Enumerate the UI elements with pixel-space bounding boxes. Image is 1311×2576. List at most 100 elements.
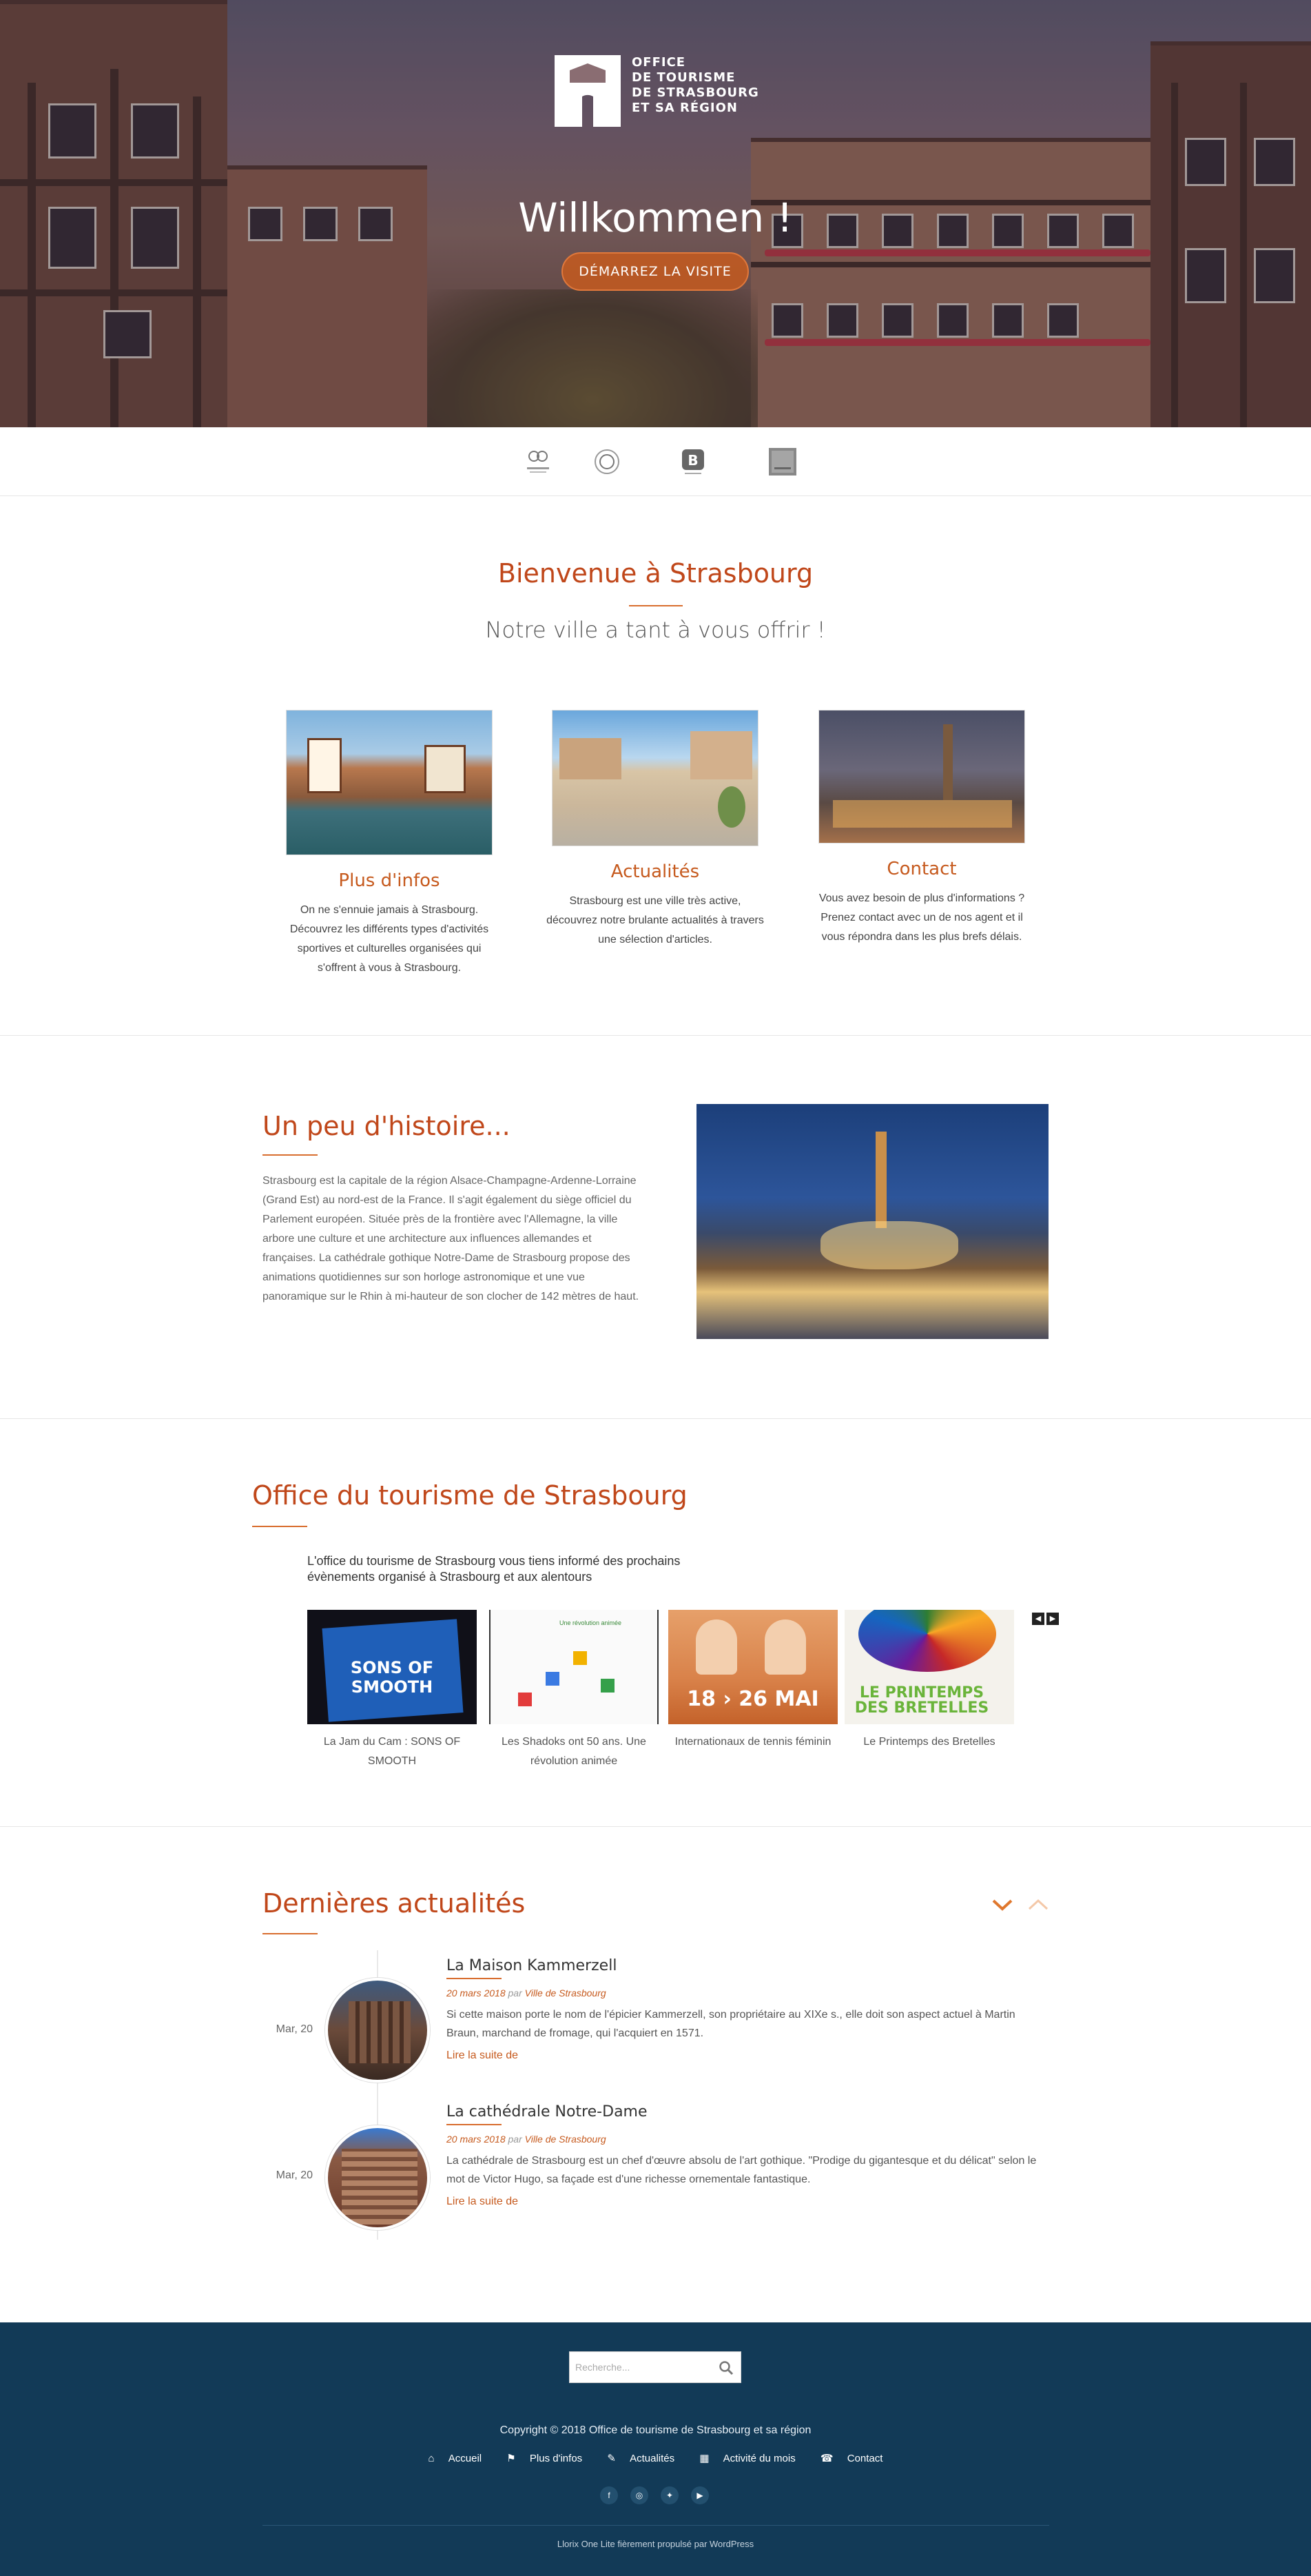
phone-icon: ☎: [820, 2453, 834, 2464]
event-caption[interactable]: La Jam du Cam : SONS OF SMOOTH: [307, 1732, 477, 1771]
hero-title: Willkommen !: [518, 194, 793, 241]
news-headline[interactable]: La Maison Kammerzell: [446, 1957, 617, 1974]
news-body: La cathédrale de Strasbourg est un chef …: [446, 2155, 1037, 2185]
instagram-icon[interactable]: ◎: [630, 2486, 648, 2504]
comment-icon: ✎: [607, 2453, 616, 2464]
footer-divider: [262, 2525, 1049, 2526]
home-icon: ⌂: [428, 2453, 435, 2464]
twitter-icon[interactable]: ✦: [661, 2486, 679, 2504]
facebook-icon[interactable]: f: [600, 2486, 618, 2504]
card-contact[interactable]: Contact Vous avez besoin de plus d'infor…: [812, 710, 1032, 947]
alsace-logo-icon[interactable]: [523, 447, 553, 477]
event-image: Une révolution animée: [489, 1610, 659, 1724]
footer-nav: ⌂ Accueil ⚑ Plus d'infos ✎ Actualités ▦ …: [0, 2452, 1311, 2464]
square-photo: [552, 710, 758, 846]
section-divider: [0, 1418, 1311, 1419]
footer-nav-activity[interactable]: ▦ Activité du mois: [694, 2453, 801, 2464]
news-headline[interactable]: La cathédrale Notre-Dame: [446, 2103, 648, 2120]
footer-nav-label: Accueil: [448, 2453, 482, 2464]
footer-search-input[interactable]: Recherche...: [569, 2351, 741, 2383]
title-underline: [446, 2124, 502, 2125]
event-caption[interactable]: Le Printemps des Bretelles: [845, 1732, 1014, 1752]
carousel-prev-button[interactable]: ◀: [1032, 1613, 1044, 1625]
footer-nav-label: Activité du mois: [723, 2453, 796, 2464]
event-item[interactable]: SONS OF SMOOTH La Jam du Cam : SONS OF S…: [307, 1610, 477, 1771]
partner-logo-icon[interactable]: [767, 447, 798, 477]
footer-nav-info[interactable]: ⚑ Plus d'infos: [501, 2453, 588, 2464]
footer-nav-contact[interactable]: ☎ Contact: [815, 2453, 889, 2464]
theme-credit[interactable]: Llorix One Lite fièrement propulsé par W…: [0, 2539, 1311, 2549]
flag-icon: ⚑: [506, 2453, 516, 2464]
card-more-info[interactable]: Plus d'infos On ne s'ennuie jamais à Str…: [279, 710, 499, 978]
card-text: Strasbourg est une ville très active, dé…: [546, 895, 764, 945]
news-meta-author[interactable]: Ville de Strasbourg: [525, 2134, 606, 2145]
news-thumbnail[interactable]: [325, 2125, 430, 2230]
section-divider: [0, 1035, 1311, 1036]
news-meta-date: 20 mars 2018: [446, 2134, 506, 2145]
title-underline: [262, 1933, 318, 1934]
news-body: Si cette maison porte le nom de l'épicie…: [446, 2009, 1015, 2039]
footer-nav-label: Contact: [847, 2453, 883, 2464]
chevron-down-icon[interactable]: [991, 1897, 1014, 1913]
section-divider: [0, 1826, 1311, 1827]
news-meta-by: par: [508, 1987, 522, 1999]
title-underline: [629, 605, 683, 606]
welcome-subtitle: Notre ville a tant à vous offrir !: [485, 617, 826, 643]
search-placeholder: Recherche...: [575, 2362, 630, 2373]
cathedral-photo: [818, 710, 1025, 844]
card-news[interactable]: Actualités Strasbourg est une ville très…: [545, 710, 765, 950]
card-text: On ne s'ennuie jamais à Strasbourg. Déco…: [289, 904, 489, 974]
history-title: Un peu d'histoire...: [262, 1111, 510, 1141]
office-description: L'office du tourisme de Strasbourg vous …: [307, 1554, 681, 1584]
news-meta-author[interactable]: Ville de Strasbourg: [525, 1987, 606, 1999]
news-date: Mar, 20: [276, 2023, 313, 2035]
event-image: 18 › 26 MAI: [668, 1610, 838, 1724]
footer-nav-home[interactable]: ⌂ Accueil: [423, 2453, 488, 2464]
news-meta-by: par: [508, 2134, 522, 2145]
card-text: Vous avez besoin de plus d'informations …: [818, 892, 1025, 943]
title-underline: [252, 1526, 307, 1527]
history-text: Strasbourg est la capitale de la région …: [262, 1175, 639, 1302]
card-title[interactable]: Actualités: [545, 861, 765, 882]
logo-text: OFFICE DE TOURISME DE STRASBOURG ET SA R…: [632, 55, 759, 115]
carousel-next-button[interactable]: ▶: [1046, 1613, 1059, 1625]
event-item[interactable]: LE PRINTEMPS DES BRETELLES Le Printemps …: [845, 1610, 1014, 1752]
youtube-icon[interactable]: ▶: [691, 2486, 709, 2504]
read-more-link[interactable]: Lire la suite de: [446, 2049, 518, 2062]
news-thumbnail[interactable]: [325, 1978, 430, 2083]
news-date: Mar, 20: [276, 2169, 313, 2181]
office-title: Office du tourisme de Strasbourg: [252, 1480, 688, 1511]
copyright-text: Copyright © 2018 Office de tourisme de S…: [499, 2424, 812, 2436]
read-more-link[interactable]: Lire la suite de: [446, 2196, 518, 2208]
history-photo: [696, 1104, 1049, 1339]
footer-nav-label: Plus d'infos: [529, 2453, 583, 2464]
news-meta: 20 mars 2018 par Ville de Strasbourg: [446, 2134, 606, 2145]
title-underline: [262, 1154, 318, 1156]
booking-logo-icon[interactable]: B: [678, 447, 708, 477]
footer-nav-news[interactable]: ✎ Actualités: [601, 2453, 680, 2464]
event-caption[interactable]: Les Shadoks ont 50 ans. Une révolution a…: [489, 1732, 659, 1771]
region-logo-icon[interactable]: [592, 447, 622, 477]
welcome-title: Bienvenue à Strasbourg: [497, 558, 814, 589]
start-visit-button[interactable]: DÉMARREZ LA VISITE: [561, 252, 749, 291]
partner-logos: B: [0, 427, 1311, 496]
chevron-up-icon[interactable]: [1026, 1897, 1050, 1913]
event-caption[interactable]: Internationaux de tennis féminin: [668, 1732, 838, 1752]
hero-banner: OFFICE DE TOURISME DE STRASBOURG ET SA R…: [0, 0, 1311, 427]
news-meta: 20 mars 2018 par Ville de Strasbourg: [446, 1987, 606, 1999]
svg-text:B: B: [688, 452, 698, 469]
event-item[interactable]: Une révolution animée Les Shadoks ont 50…: [489, 1610, 659, 1771]
site-logo[interactable]: OFFICE DE TOURISME DE STRASBOURG ET SA R…: [555, 55, 761, 131]
news-title: Dernières actualités: [262, 1888, 526, 1919]
event-item[interactable]: 18 › 26 MAI Internationaux de tennis fém…: [668, 1610, 838, 1752]
canal-photo: [286, 710, 493, 855]
news-meta-date: 20 mars 2018: [446, 1987, 506, 1999]
event-image: SONS OF SMOOTH: [307, 1610, 477, 1724]
calendar-icon: ▦: [699, 2453, 710, 2464]
card-title[interactable]: Contact: [812, 859, 1032, 879]
logo-mark-icon: [555, 55, 621, 127]
card-title[interactable]: Plus d'infos: [279, 870, 499, 891]
footer-nav-label: Actualités: [630, 2453, 675, 2464]
search-icon[interactable]: [719, 2360, 734, 2375]
title-underline: [446, 1978, 502, 1979]
